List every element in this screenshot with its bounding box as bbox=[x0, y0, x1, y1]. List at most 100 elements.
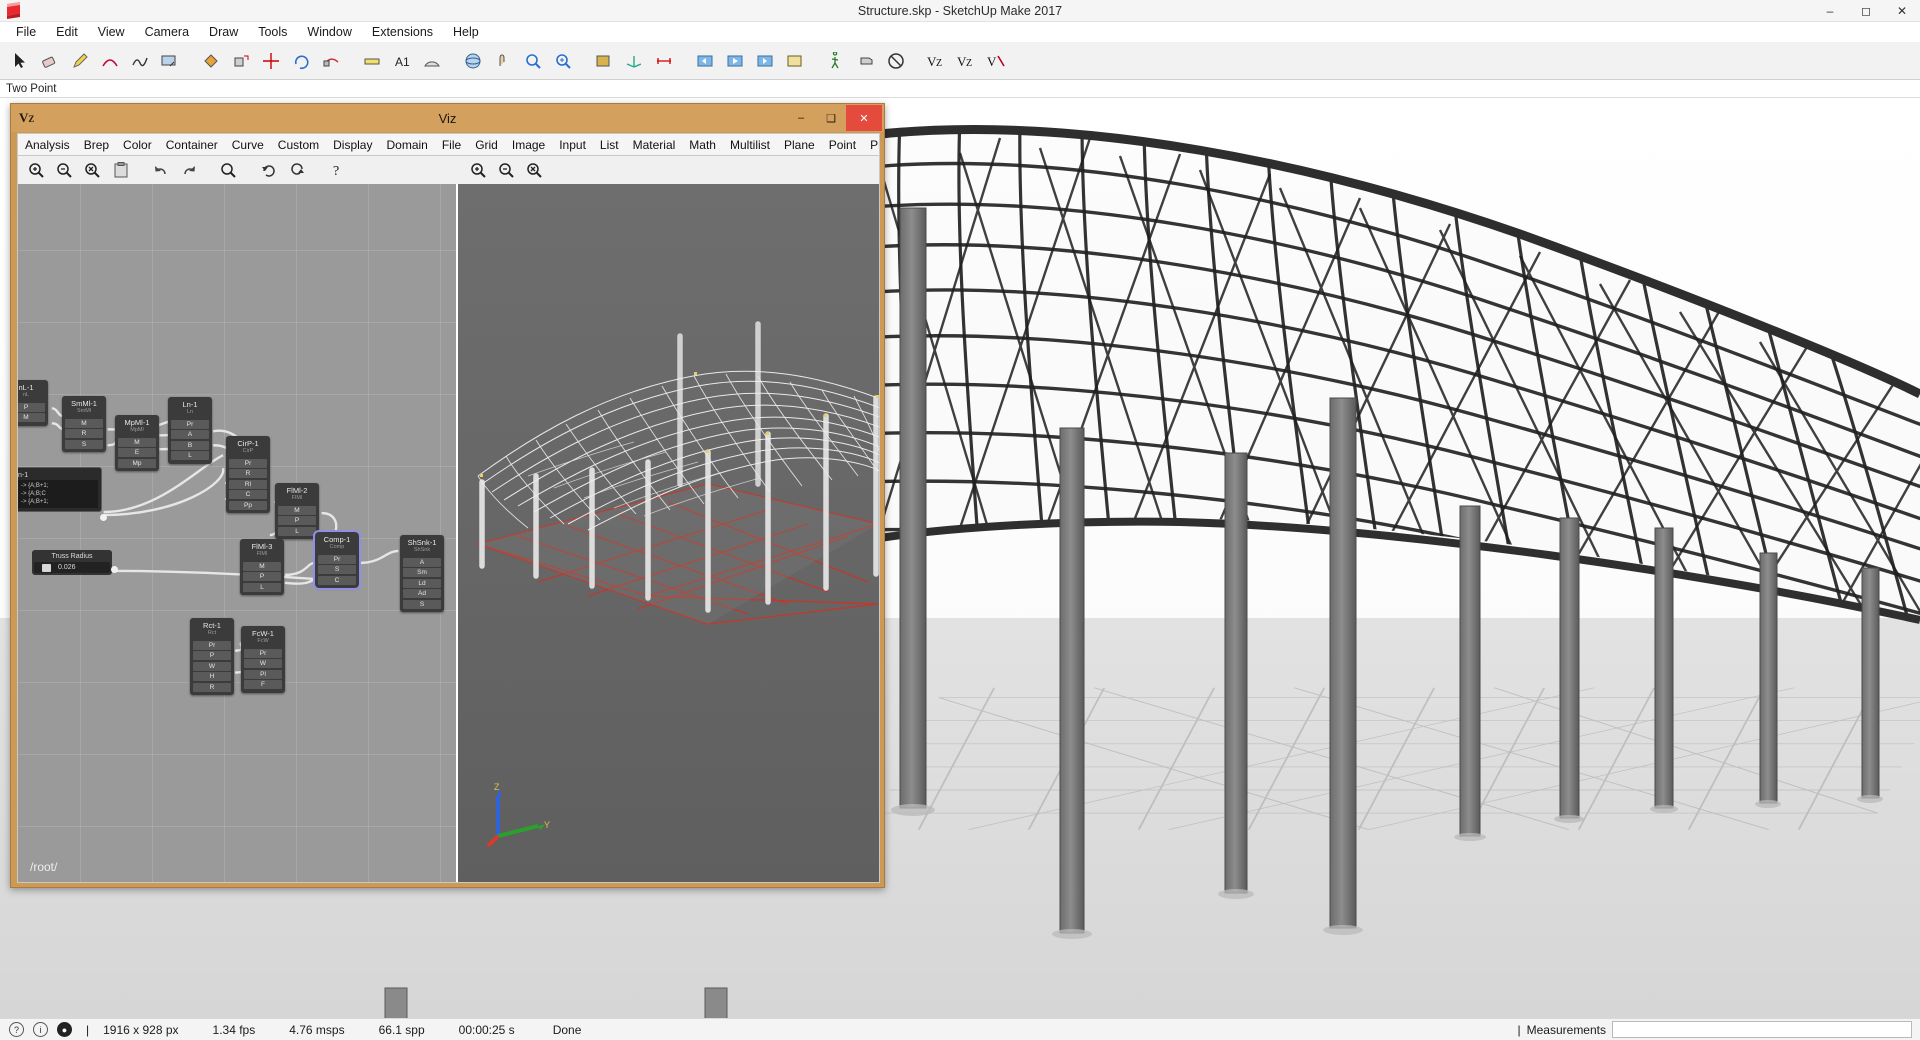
info-circle-icon[interactable]: i bbox=[33, 1022, 48, 1037]
viz-render-icon[interactable]: VZ bbox=[923, 46, 951, 76]
menu-extensions[interactable]: Extensions bbox=[362, 22, 443, 42]
node-port[interactable]: Mp bbox=[118, 458, 156, 468]
viz-menu-color[interactable]: Color bbox=[116, 134, 159, 155]
menu-tools[interactable]: Tools bbox=[248, 22, 297, 42]
viz-close-button[interactable]: ✕ bbox=[846, 105, 882, 131]
node-port[interactable]: L bbox=[171, 451, 209, 460]
node-port[interactable]: W bbox=[193, 661, 231, 671]
paste-icon[interactable] bbox=[108, 158, 134, 182]
help-icon[interactable]: ? bbox=[324, 158, 350, 182]
refresh-node-icon[interactable] bbox=[256, 158, 282, 182]
node-port[interactable]: Pr bbox=[318, 554, 356, 564]
rotate-icon[interactable] bbox=[287, 46, 315, 76]
zoom-reset-node-icon[interactable] bbox=[80, 158, 106, 182]
section-plane-icon[interactable] bbox=[590, 46, 618, 76]
node-port[interactable]: C bbox=[318, 575, 356, 585]
scene-next-icon[interactable] bbox=[751, 46, 779, 76]
node-port[interactable]: Rl bbox=[229, 479, 267, 489]
close-button[interactable]: ✕ bbox=[1884, 0, 1920, 22]
position-camera-icon[interactable] bbox=[852, 46, 880, 76]
minimize-button[interactable]: – bbox=[1812, 0, 1848, 22]
viz-menu-point[interactable]: Point bbox=[822, 134, 863, 155]
node-port[interactable]: L bbox=[278, 526, 316, 536]
node-port[interactable]: Pp bbox=[229, 500, 267, 510]
arc-icon[interactable] bbox=[96, 46, 124, 76]
recompute-icon[interactable] bbox=[284, 158, 310, 182]
script-node-body[interactable]: -> {A;B+1; -> {A;B;C -> {A;B+1; bbox=[18, 480, 98, 508]
node-port[interactable]: S bbox=[65, 439, 103, 449]
node-port[interactable]: Sm bbox=[403, 568, 441, 577]
measurements-input[interactable] bbox=[1612, 1021, 1912, 1038]
menu-window[interactable]: Window bbox=[297, 22, 361, 42]
select-arrow-icon[interactable] bbox=[6, 46, 34, 76]
node-port[interactable]: P bbox=[193, 651, 231, 660]
scene-prev-icon[interactable] bbox=[691, 46, 719, 76]
node-port[interactable]: M bbox=[65, 418, 103, 428]
node-shsnk-1[interactable]: ShSnk-1 ShSnk A Sm Ld Ad S bbox=[400, 535, 444, 612]
viz-menu-domain[interactable]: Domain bbox=[379, 134, 434, 155]
node-port[interactable]: P bbox=[243, 572, 281, 581]
preview-zoom-in-icon[interactable] bbox=[466, 158, 492, 182]
viz-render-region-icon[interactable]: VZ bbox=[953, 46, 981, 76]
viz-maximize-button[interactable]: ❑ bbox=[816, 107, 846, 129]
viz-menu-input[interactable]: Input bbox=[552, 134, 593, 155]
preview-zoom-reset-icon[interactable] bbox=[522, 158, 548, 182]
viz-title-bar[interactable]: VZ Viz – ❑ ✕ bbox=[11, 104, 884, 132]
slider-truss-radius[interactable]: Truss Radius 0.026 bbox=[32, 550, 118, 575]
node-port[interactable]: Pr bbox=[193, 640, 231, 650]
eraser-icon[interactable] bbox=[36, 46, 64, 76]
push-pull-icon[interactable] bbox=[227, 46, 255, 76]
menu-view[interactable]: View bbox=[88, 22, 135, 42]
undo-icon[interactable] bbox=[148, 158, 174, 182]
node-port[interactable]: Pr bbox=[171, 419, 209, 429]
port-pin-out[interactable] bbox=[111, 566, 118, 573]
dimension-icon[interactable] bbox=[650, 46, 678, 76]
node-port[interactable]: R bbox=[229, 469, 267, 478]
menu-draw[interactable]: Draw bbox=[199, 22, 248, 42]
move-icon[interactable] bbox=[257, 46, 285, 76]
node-port[interactable]: Ld bbox=[403, 578, 441, 588]
viz-menu-container[interactable]: Container bbox=[159, 134, 225, 155]
viz-menu-display[interactable]: Display bbox=[326, 134, 379, 155]
menu-file[interactable]: File bbox=[6, 22, 46, 42]
node-port[interactable]: E bbox=[118, 448, 156, 457]
node-port[interactable]: S bbox=[403, 599, 441, 609]
node-port[interactable]: Pl bbox=[244, 669, 282, 679]
node-port[interactable]: R bbox=[193, 682, 231, 692]
paint-bucket-icon[interactable] bbox=[197, 46, 225, 76]
search-icon[interactable] bbox=[216, 158, 242, 182]
node-port[interactable]: P bbox=[18, 402, 45, 412]
menu-camera[interactable]: Camera bbox=[135, 22, 199, 42]
protractor-icon[interactable] bbox=[418, 46, 446, 76]
node-port[interactable]: C bbox=[229, 490, 267, 499]
zoom-in-node-icon[interactable] bbox=[24, 158, 50, 182]
menu-edit[interactable]: Edit bbox=[46, 22, 88, 42]
node-graph-canvas[interactable]: nL-1 nL P M SmMl-1 SmMl M R S MpMl-1 MpM… bbox=[18, 184, 458, 882]
node-port[interactable]: M bbox=[243, 561, 281, 571]
tape-measure-icon[interactable] bbox=[358, 46, 386, 76]
viz-menu-curve[interactable]: Curve bbox=[225, 134, 271, 155]
viz-menu-custom[interactable]: Custom bbox=[271, 134, 326, 155]
viz-menu-analysis[interactable]: Analysis bbox=[18, 134, 77, 155]
orbit-icon[interactable] bbox=[459, 46, 487, 76]
node-port[interactable]: F bbox=[244, 680, 282, 689]
node-port[interactable]: Ad bbox=[403, 589, 441, 598]
node-port[interactable]: S bbox=[318, 565, 356, 574]
node-cirp-1[interactable]: CirP-1 CirP Pr R Rl C Pp bbox=[226, 436, 270, 513]
freehand-icon[interactable] bbox=[126, 46, 154, 76]
scene-play-icon[interactable] bbox=[721, 46, 749, 76]
viz-menu-multilist[interactable]: Multilist bbox=[723, 134, 777, 155]
slider-knob[interactable] bbox=[42, 563, 51, 572]
viz-menu-file[interactable]: File bbox=[435, 134, 468, 155]
help-circle-icon[interactable]: ? bbox=[9, 1022, 24, 1037]
menu-help[interactable]: Help bbox=[443, 22, 489, 42]
stop-icon[interactable] bbox=[882, 46, 910, 76]
person-circle-icon[interactable]: ● bbox=[57, 1022, 72, 1037]
zoom-out-node-icon[interactable] bbox=[52, 158, 78, 182]
node-fcw-1[interactable]: FcW-1 FcW Pr W Pl F bbox=[241, 626, 285, 693]
zoom-extents-icon[interactable] bbox=[549, 46, 577, 76]
node-port[interactable]: B bbox=[171, 440, 209, 450]
viz-menu-grid[interactable]: Grid bbox=[468, 134, 505, 155]
preview-zoom-out-icon[interactable] bbox=[494, 158, 520, 182]
pencil-icon[interactable] bbox=[66, 46, 94, 76]
